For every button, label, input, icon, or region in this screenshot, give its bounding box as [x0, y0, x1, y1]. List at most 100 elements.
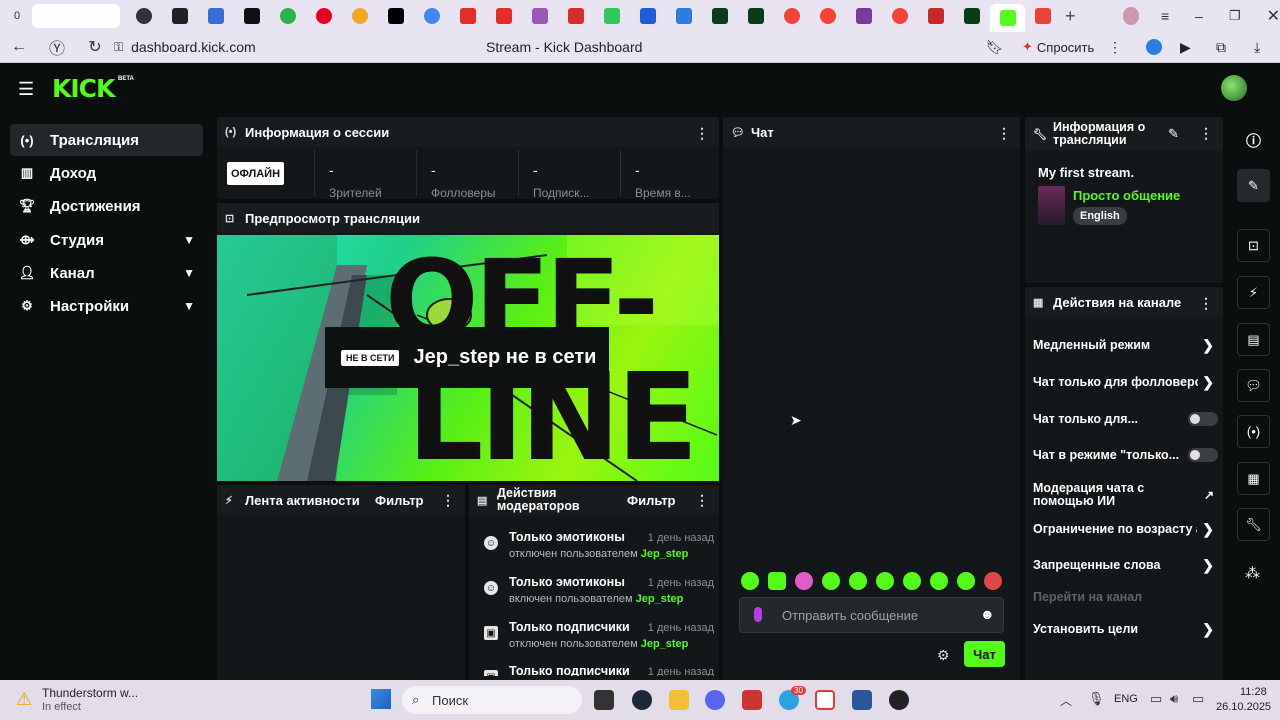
network-icon[interactable]: ▭	[1150, 691, 1162, 707]
action-ai-moderation[interactable]: Модерация чата с помощью ИИ ↗	[1033, 480, 1218, 510]
url-text[interactable]: dashboard.kick.com	[131, 39, 431, 55]
emote-7[interactable]	[903, 572, 921, 590]
tab-favicon[interactable]	[928, 8, 945, 24]
sidebar-item-studio[interactable]: ⟴ Студия ▼	[10, 224, 203, 256]
action-age-restriction[interactable]: Ограничение по возрасту аудитории ❯	[1033, 517, 1218, 541]
chat-settings-icon[interactable]: ⚙	[937, 647, 950, 664]
task-view-icon[interactable]	[594, 690, 614, 710]
session-tool-button[interactable]: (•)	[1237, 415, 1270, 448]
tab-favicon[interactable]	[604, 8, 621, 24]
active-tab[interactable]	[990, 4, 1025, 32]
tab-favicon[interactable]	[388, 8, 405, 24]
emoji-icon[interactable]: ☻	[980, 606, 995, 622]
mod-action-user[interactable]: Jep_step	[641, 548, 689, 560]
action-go-to-channel[interactable]: Перейти на канал	[1033, 585, 1218, 609]
wrench-tool-button[interactable]: 🔧︎	[1237, 508, 1270, 541]
activity-tool-button[interactable]: ⚡︎	[1237, 276, 1270, 309]
action-followers-only[interactable]: Чат только для фолловеров ❯	[1033, 370, 1218, 394]
tab-favicon[interactable]	[424, 8, 441, 24]
sidebar-item-achievements[interactable]: 🏆︎ Достижения	[10, 190, 203, 222]
tab-favicon[interactable]	[208, 8, 225, 24]
tab-favicon[interactable]	[712, 8, 729, 24]
taskbar-search[interactable]: ⌕ Поиск	[402, 686, 582, 714]
kebab-icon[interactable]: ⋮	[1199, 295, 1213, 312]
clock-time[interactable]: 11:28	[1240, 686, 1267, 698]
tray-chevron-icon[interactable]: ︿	[1060, 692, 1072, 709]
download-icon[interactable]: ⤓	[1254, 39, 1260, 56]
tab-favicon[interactable]	[820, 8, 837, 24]
tab-favicon[interactable]	[640, 8, 657, 24]
mic-icon[interactable]	[754, 607, 762, 622]
more-icon[interactable]: ⋮	[1108, 39, 1122, 56]
windows-start-icon[interactable]	[371, 689, 391, 709]
info-icon[interactable]: ⓘ	[1246, 130, 1261, 151]
chat-input[interactable]: Отправить сообщение ☻	[739, 597, 1004, 633]
emote-3[interactable]	[795, 572, 813, 590]
preview-tool-button[interactable]: ⊡	[1237, 229, 1270, 262]
volume-icon[interactable]: 🔊︎	[1170, 691, 1178, 707]
maximize-icon[interactable]: ❐	[1229, 8, 1241, 24]
tab-favicon[interactable]	[748, 8, 765, 24]
filter-button[interactable]: Фильтр	[375, 493, 424, 508]
language-indicator[interactable]: ENG	[1114, 693, 1138, 705]
sidebar-item-channel[interactable]: 👤︎ Канал ▼	[10, 257, 203, 289]
bookmark-icon[interactable]: 🔖︎	[986, 39, 1004, 56]
close-icon[interactable]: ✕	[1267, 6, 1280, 26]
weather-title[interactable]: Thunderstorm w...	[42, 686, 138, 700]
mod-action-user[interactable]: Jep_step	[641, 638, 689, 650]
tab-favicon[interactable]	[172, 8, 189, 24]
emote-2[interactable]	[768, 572, 786, 590]
discord-icon[interactable]	[705, 690, 725, 710]
steam-icon[interactable]	[632, 690, 652, 710]
tab-favicon[interactable]	[568, 8, 585, 24]
play-icon[interactable]: ▶	[1180, 39, 1191, 56]
tab-favicon[interactable]	[136, 8, 153, 24]
tab-favicon[interactable]	[676, 8, 693, 24]
category-name[interactable]: Просто общение	[1073, 188, 1180, 203]
emote-5[interactable]	[849, 572, 867, 590]
kebab-icon[interactable]: ⋮	[695, 492, 709, 509]
minimize-icon[interactable]: –	[1195, 8, 1203, 24]
tab-favicon[interactable]	[892, 8, 909, 24]
apps-icon[interactable]: ⁂	[1245, 564, 1260, 582]
yandex-icon[interactable]: Ⓨ	[38, 35, 76, 59]
new-tab-icon[interactable]: +	[1065, 6, 1076, 27]
action-banned-words[interactable]: Запрещенные слова ❯	[1033, 553, 1218, 577]
app-icon[interactable]	[742, 690, 762, 710]
kebab-icon[interactable]: ⋮	[997, 125, 1011, 142]
profile-avatar[interactable]	[1123, 7, 1139, 25]
tab-favicon[interactable]	[964, 8, 981, 24]
emote-4[interactable]	[822, 572, 840, 590]
tab-favicon[interactable]	[856, 8, 873, 24]
yandex-browser-icon[interactable]	[815, 690, 835, 710]
edit-icon[interactable]: ✎	[1168, 126, 1179, 142]
sidebar-item-broadcast[interactable]: (•) Трансляция	[10, 124, 203, 156]
action-set-goals[interactable]: Установить цели ❯	[1033, 617, 1218, 641]
emote-10[interactable]	[984, 572, 1002, 590]
tab-favicon[interactable]	[532, 8, 549, 24]
mic-tray-icon[interactable]: 🎙︎	[1088, 691, 1105, 707]
back-icon[interactable]: ←	[0, 38, 38, 56]
clock-date[interactable]: 26.10.2025	[1216, 701, 1271, 713]
tab-favicon[interactable]	[244, 8, 261, 24]
emote-6[interactable]	[876, 572, 894, 590]
kebab-icon[interactable]: ⋮	[1199, 125, 1213, 142]
tab-group[interactable]: 26 группа 1 ⌄	[32, 2, 121, 30]
ask-button[interactable]: ✦ Спросить	[1022, 39, 1094, 55]
tab-favicon[interactable]	[784, 8, 801, 24]
chat-tool-button[interactable]: 💬︎	[1237, 369, 1270, 402]
tab-favicon[interactable]	[280, 8, 297, 24]
sidebar-item-settings[interactable]: ⚙ Настройки ▼	[10, 290, 203, 322]
tab-favicon[interactable]	[352, 8, 369, 24]
hamburger-icon[interactable]: ☰	[18, 79, 34, 100]
sidebar-item-income[interactable]: ▥ Доход	[10, 157, 203, 189]
menu-icon[interactable]: ≡	[1161, 8, 1169, 24]
toggle-switch[interactable]	[1188, 448, 1218, 462]
kebab-icon[interactable]: ⋮	[695, 125, 709, 142]
weather-icon[interactable]: ⚠	[16, 689, 32, 710]
tab-favicon[interactable]	[316, 8, 333, 24]
tab-favicon[interactable]	[496, 8, 513, 24]
tab-count[interactable]: 0	[14, 10, 20, 22]
mod-action-user[interactable]: Jep_step	[636, 593, 684, 605]
tab-favicon[interactable]	[460, 8, 477, 24]
